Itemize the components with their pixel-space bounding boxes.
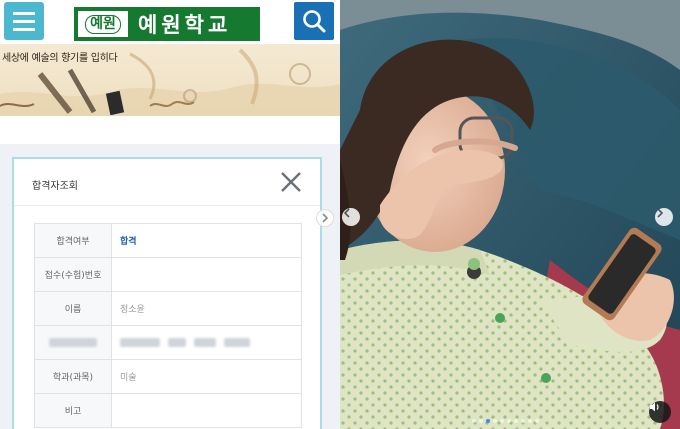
row-value: 미술 [112,360,302,393]
carousel-dot [493,419,497,423]
chevron-left-icon[interactable] [342,208,360,226]
carousel-dot [507,419,511,423]
row-label: 이름 [34,292,112,325]
row-label: 학과(과목) [34,360,112,393]
hero-banner: 세상에 예술의 향기를 입히다 [0,44,340,116]
table-row-note: 비고 [34,394,302,428]
chevron-right-icon[interactable] [655,208,673,226]
row-value [112,258,302,291]
carousel-dot [528,419,532,423]
row-label-redacted [34,326,112,359]
carousel-dot [472,419,476,423]
photo-scene [340,0,680,429]
hamburger-menu-icon[interactable] [4,2,44,40]
row-value: 합격 [112,224,302,257]
speaker-icon[interactable] [649,401,671,423]
banner-slogan: 세상에 예술의 향기를 입히다 [2,53,118,64]
row-value: 정소윤 [112,292,302,325]
table-row-redacted [34,326,302,360]
logo-mark-text: 예원 [85,14,121,34]
table-row-name: 이름 정소윤 [34,292,302,326]
result-table: 합격여부 합격 접수(수험)번호 이름 정소윤 학과(과목) 미술 비고 [34,223,302,428]
carousel-dot-active [486,419,490,423]
screenshot-stage: 예원 예원학교 세상에 예술의 향기를 입히다 합격자조회 합격여부 합격 접수… [0,0,680,429]
carousel-dot [521,419,525,423]
carousel-dot [514,419,518,423]
modal-title: 합격자조회 [32,181,78,192]
carousel-dot [479,419,483,423]
row-label: 합격여부 [34,224,112,257]
video-panel [340,0,680,429]
row-value [112,394,302,427]
site-header: 예원 예원학교 [0,0,340,44]
row-label: 접수(수험)번호 [34,258,112,291]
school-logo[interactable]: 예원 예원학교 [74,7,260,41]
admission-result-modal: 합격자조회 합격여부 합격 접수(수험)번호 이름 정소윤 학과(과목) 미술 … [12,157,322,429]
table-row-department: 학과(과목) 미술 [34,360,302,394]
modal-divider [14,205,320,206]
table-row-exam-number: 접수(수험)번호 [34,258,302,292]
logo-mark: 예원 [76,9,130,39]
carousel-dot [535,419,539,423]
search-icon[interactable] [294,2,334,40]
content-spacer [0,116,340,144]
school-website-panel: 예원 예원학교 세상에 예술의 향기를 입히다 합격자조회 합격여부 합격 접수… [0,0,340,429]
chevron-right-icon[interactable] [316,209,334,227]
row-value-redacted [112,326,302,359]
row-label: 비고 [34,394,112,427]
table-row-result: 합격여부 합격 [34,224,302,258]
close-icon[interactable] [279,170,303,194]
logo-name: 예원학교 [138,13,232,37]
carousel-dot [500,419,504,423]
carousel-indicator [472,419,539,423]
